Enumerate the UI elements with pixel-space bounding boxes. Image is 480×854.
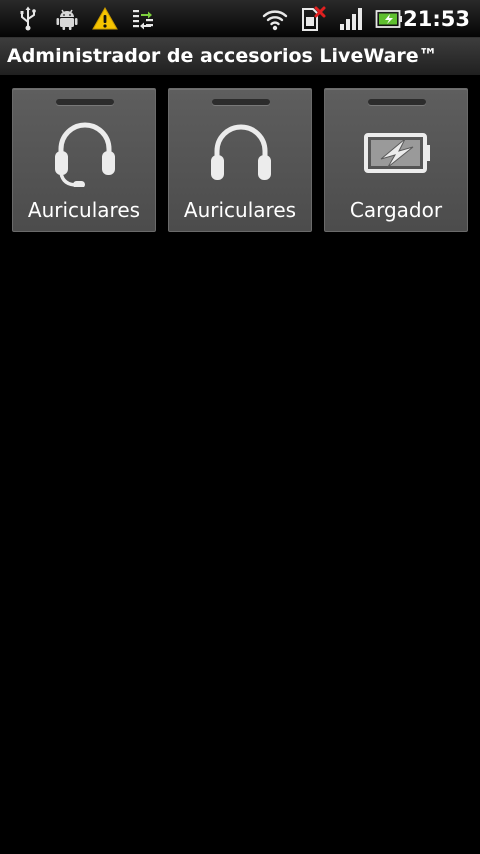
tile-label: Cargador	[349, 198, 443, 222]
battery-charging-icon	[375, 10, 402, 28]
tile-charger[interactable]: Cargador	[324, 88, 468, 232]
status-bar[interactable]: 21:53	[0, 0, 480, 38]
tile-slot	[368, 99, 426, 105]
page-title: Administrador de accesorios LiveWare™	[7, 45, 438, 67]
accessory-grid: Auriculares Auriculares Cargador	[12, 88, 468, 232]
sim-missing-icon	[302, 6, 326, 31]
signal-icon	[340, 8, 362, 30]
usb-icon	[20, 6, 36, 31]
wifi-icon	[262, 10, 288, 31]
clock: 21:53	[403, 7, 470, 31]
warning-icon	[92, 6, 118, 30]
tile-label: Auriculares	[183, 198, 297, 222]
tile-slot	[56, 99, 114, 105]
title-bar: Administrador de accesorios LiveWare™	[0, 38, 480, 76]
headset-with-mic-icon	[55, 122, 115, 187]
headphones-icon	[211, 124, 271, 180]
charger-battery-icon	[364, 133, 430, 173]
data-sync-icon	[133, 10, 153, 30]
tile-label: Auriculares	[27, 198, 141, 222]
android-icon	[56, 9, 78, 30]
tile-headphones[interactable]: Auriculares	[168, 88, 312, 232]
tile-headset[interactable]: Auriculares	[12, 88, 156, 232]
tile-slot	[212, 99, 270, 105]
